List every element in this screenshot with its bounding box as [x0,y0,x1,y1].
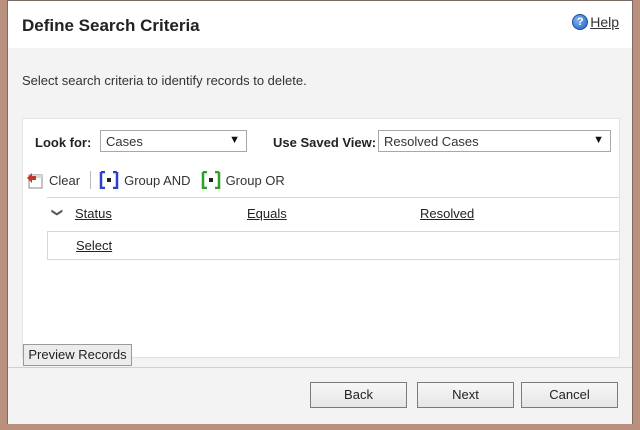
search-criteria-dialog: Define Search Criteria ? Help Select sea… [7,0,633,424]
saved-view-value: Resolved Cases [384,134,479,149]
criteria-grid: ❯ Status Equals Resolved Select [47,197,619,263]
add-criteria-row: Select [47,231,619,260]
dropdown-arrow-icon: ▼ [593,134,604,146]
criteria-panel: Look for: Cases ▼ Use Saved View: Resolv… [22,118,620,358]
content-area: Select search criteria to identify recor… [8,48,632,367]
chevron-down-icon[interactable]: ❯ [51,208,64,217]
dialog-footer: Back Next Cancel [8,367,632,424]
criteria-operator[interactable]: Equals [247,206,287,221]
clear-icon [27,173,43,189]
criteria-toolbar: Clear Group AND Group OR [26,168,295,192]
look-for-value: Cases [106,134,143,149]
dialog-title: Define Search Criteria [22,16,200,35]
clear-button[interactable]: Clear [26,171,80,189]
group-or-icon [201,171,220,189]
preview-records-button[interactable]: Preview Records [23,344,132,366]
criteria-field[interactable]: Status [75,206,112,221]
help-link[interactable]: ? Help [572,14,619,30]
saved-view-label: Use Saved View: [273,135,377,150]
toolbar-separator [90,171,92,189]
help-icon: ? [572,14,589,30]
back-button[interactable]: Back [310,382,407,408]
criteria-value[interactable]: Resolved [420,206,474,221]
saved-view-select[interactable]: Resolved Cases ▼ [378,130,611,152]
group-and-label: Group AND [124,172,191,188]
criteria-row: ❯ Status Equals Resolved [47,198,619,230]
dropdown-arrow-icon: ▼ [229,134,240,146]
select-field-link[interactable]: Select [76,238,112,253]
dialog-description: Select search criteria to identify recor… [22,73,307,88]
group-and-icon [99,171,119,189]
clear-label: Clear [49,172,81,188]
dialog-header: Define Search Criteria ? Help [8,1,632,48]
group-and-button[interactable]: Group AND [99,171,191,189]
cancel-button[interactable]: Cancel [521,382,618,408]
group-or-button[interactable]: Group OR [201,171,285,189]
help-label: Help [590,14,619,30]
group-or-label: Group OR [225,172,285,188]
next-button[interactable]: Next [417,382,514,408]
look-for-label: Look for: [35,135,92,150]
look-for-select[interactable]: Cases ▼ [100,130,247,152]
